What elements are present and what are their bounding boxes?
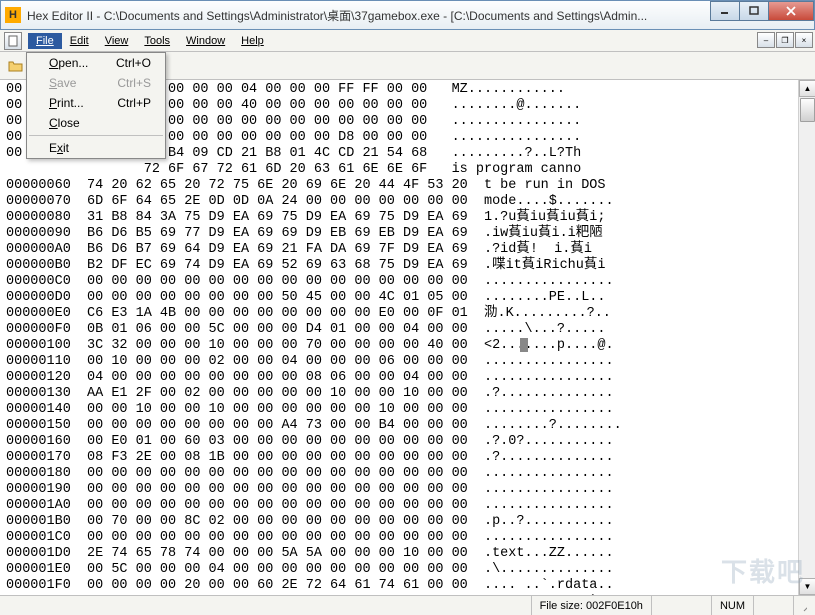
hex-row[interactable]: 000001E0 00 5C 00 00 00 04 00 00 00 00 0… (6, 562, 809, 578)
hex-row[interactable]: 000001C0 00 00 00 00 00 00 00 00 00 00 0… (6, 530, 809, 546)
folder-open-icon (8, 59, 24, 73)
hex-row[interactable]: 000001D0 2E 74 65 78 74 00 00 00 5A 5A 0… (6, 546, 809, 562)
hex-row[interactable]: 000001B0 00 70 00 00 8C 02 00 00 00 00 0… (6, 514, 809, 530)
menu-view[interactable]: View (97, 33, 137, 49)
app-icon: H (5, 7, 21, 23)
scroll-up-button[interactable]: ▲ (799, 80, 815, 97)
file-menu-dropdown: Open... Ctrl+O Save Ctrl+S Print... Ctrl… (26, 52, 166, 159)
hex-row[interactable]: 000001A0 00 00 00 00 00 00 00 00 00 00 0… (6, 498, 809, 514)
window-title: Hex Editor II - C:\Documents and Setting… (27, 7, 647, 24)
resize-grip[interactable] (793, 596, 815, 615)
hex-row[interactable]: 000000E0 C6 E3 1A 4B 00 00 00 00 00 00 0… (6, 306, 809, 322)
hex-row[interactable]: 00000120 04 00 00 00 00 00 00 00 00 08 0… (6, 370, 809, 386)
hex-row[interactable]: 00000130 AA E1 2F 00 02 00 00 00 00 00 1… (6, 386, 809, 402)
mdi-restore-button[interactable]: ❐ (776, 32, 794, 48)
vertical-scrollbar[interactable]: ▲ ▼ (798, 80, 815, 595)
menubar: File Edit View Tools Window Help – ❐ × (0, 30, 815, 52)
hex-caret (520, 338, 528, 352)
hex-row[interactable]: 00000100 3C 32 00 00 00 10 00 00 00 70 0… (6, 338, 809, 354)
mdi-close-button[interactable]: × (795, 32, 813, 48)
mdi-minimize-button[interactable]: – (757, 32, 775, 48)
hex-row[interactable]: 00000180 00 00 00 00 00 00 00 00 00 00 0… (6, 466, 809, 482)
hex-row[interactable]: 00000070 6D 6F 64 65 2E 0D 0D 0A 24 00 0… (6, 194, 809, 210)
hex-row[interactable]: 00000090 B6 D6 B5 69 77 D9 EA 69 69 D9 E… (6, 226, 809, 242)
hex-row[interactable]: 00000190 00 00 00 00 00 00 00 00 00 00 0… (6, 482, 809, 498)
hex-row[interactable]: 72 6F 67 72 61 6D 20 63 61 6E 6E 6F is p… (6, 162, 809, 178)
statusbar: File size: 002F0E10h NUM (0, 595, 815, 615)
hex-row[interactable]: 000000C0 00 00 00 00 00 00 00 00 00 00 0… (6, 274, 809, 290)
hex-row[interactable]: 00000150 00 00 00 00 00 00 00 00 A4 73 0… (6, 418, 809, 434)
hex-row[interactable]: 00000160 00 E0 01 00 60 03 00 00 00 00 0… (6, 434, 809, 450)
menu-tools[interactable]: Tools (136, 33, 178, 49)
menu-window[interactable]: Window (178, 33, 233, 49)
menu-edit[interactable]: Edit (62, 33, 97, 49)
hex-row[interactable]: 00000170 08 F3 2E 00 08 1B 00 00 00 00 0… (6, 450, 809, 466)
hex-row[interactable]: 000000D0 00 00 00 00 00 00 00 00 50 45 0… (6, 290, 809, 306)
file-menu-exit[interactable]: Exit (27, 138, 165, 158)
scroll-down-button[interactable]: ▼ (799, 578, 815, 595)
menu-separator (29, 135, 163, 136)
window-maximize-button[interactable] (739, 1, 769, 21)
hex-row[interactable]: 00000080 31 B8 84 3A 75 D9 EA 69 75 D9 E… (6, 210, 809, 226)
window-titlebar: H Hex Editor II - C:\Documents and Setti… (0, 0, 815, 30)
menu-file[interactable]: File (28, 33, 62, 49)
hex-row[interactable]: 00000110 00 10 00 00 00 02 00 00 04 00 0… (6, 354, 809, 370)
status-filesize: File size: 002F0E10h (531, 596, 651, 615)
toolbar-open-button[interactable] (4, 55, 28, 77)
file-menu-print[interactable]: Print... Ctrl+P (27, 93, 165, 113)
hex-row[interactable]: 000000B0 B2 DF EC 69 74 D9 EA 69 52 69 6… (6, 258, 809, 274)
file-menu-save[interactable]: Save Ctrl+S (27, 73, 165, 93)
status-numlock: NUM (711, 596, 753, 615)
hex-row[interactable]: 000000A0 B6 D6 B7 69 64 D9 EA 69 21 FA D… (6, 242, 809, 258)
hex-row[interactable]: 00000060 74 20 62 65 20 72 75 6E 20 69 6… (6, 178, 809, 194)
scroll-thumb[interactable] (800, 98, 815, 122)
hex-row[interactable]: 000001F0 00 00 00 00 20 00 00 60 2E 72 6… (6, 578, 809, 594)
file-menu-open[interactable]: Open... Ctrl+O (27, 53, 165, 73)
hex-row[interactable]: 000000F0 0B 01 06 00 00 5C 00 00 00 D4 0… (6, 322, 809, 338)
file-menu-close[interactable]: Close (27, 113, 165, 133)
menu-help[interactable]: Help (233, 33, 272, 49)
hex-row[interactable]: 00000140 00 00 10 00 00 10 00 00 00 00 0… (6, 402, 809, 418)
mdi-document-icon[interactable] (4, 32, 22, 50)
window-close-button[interactable] (768, 1, 814, 21)
window-minimize-button[interactable] (710, 1, 740, 21)
